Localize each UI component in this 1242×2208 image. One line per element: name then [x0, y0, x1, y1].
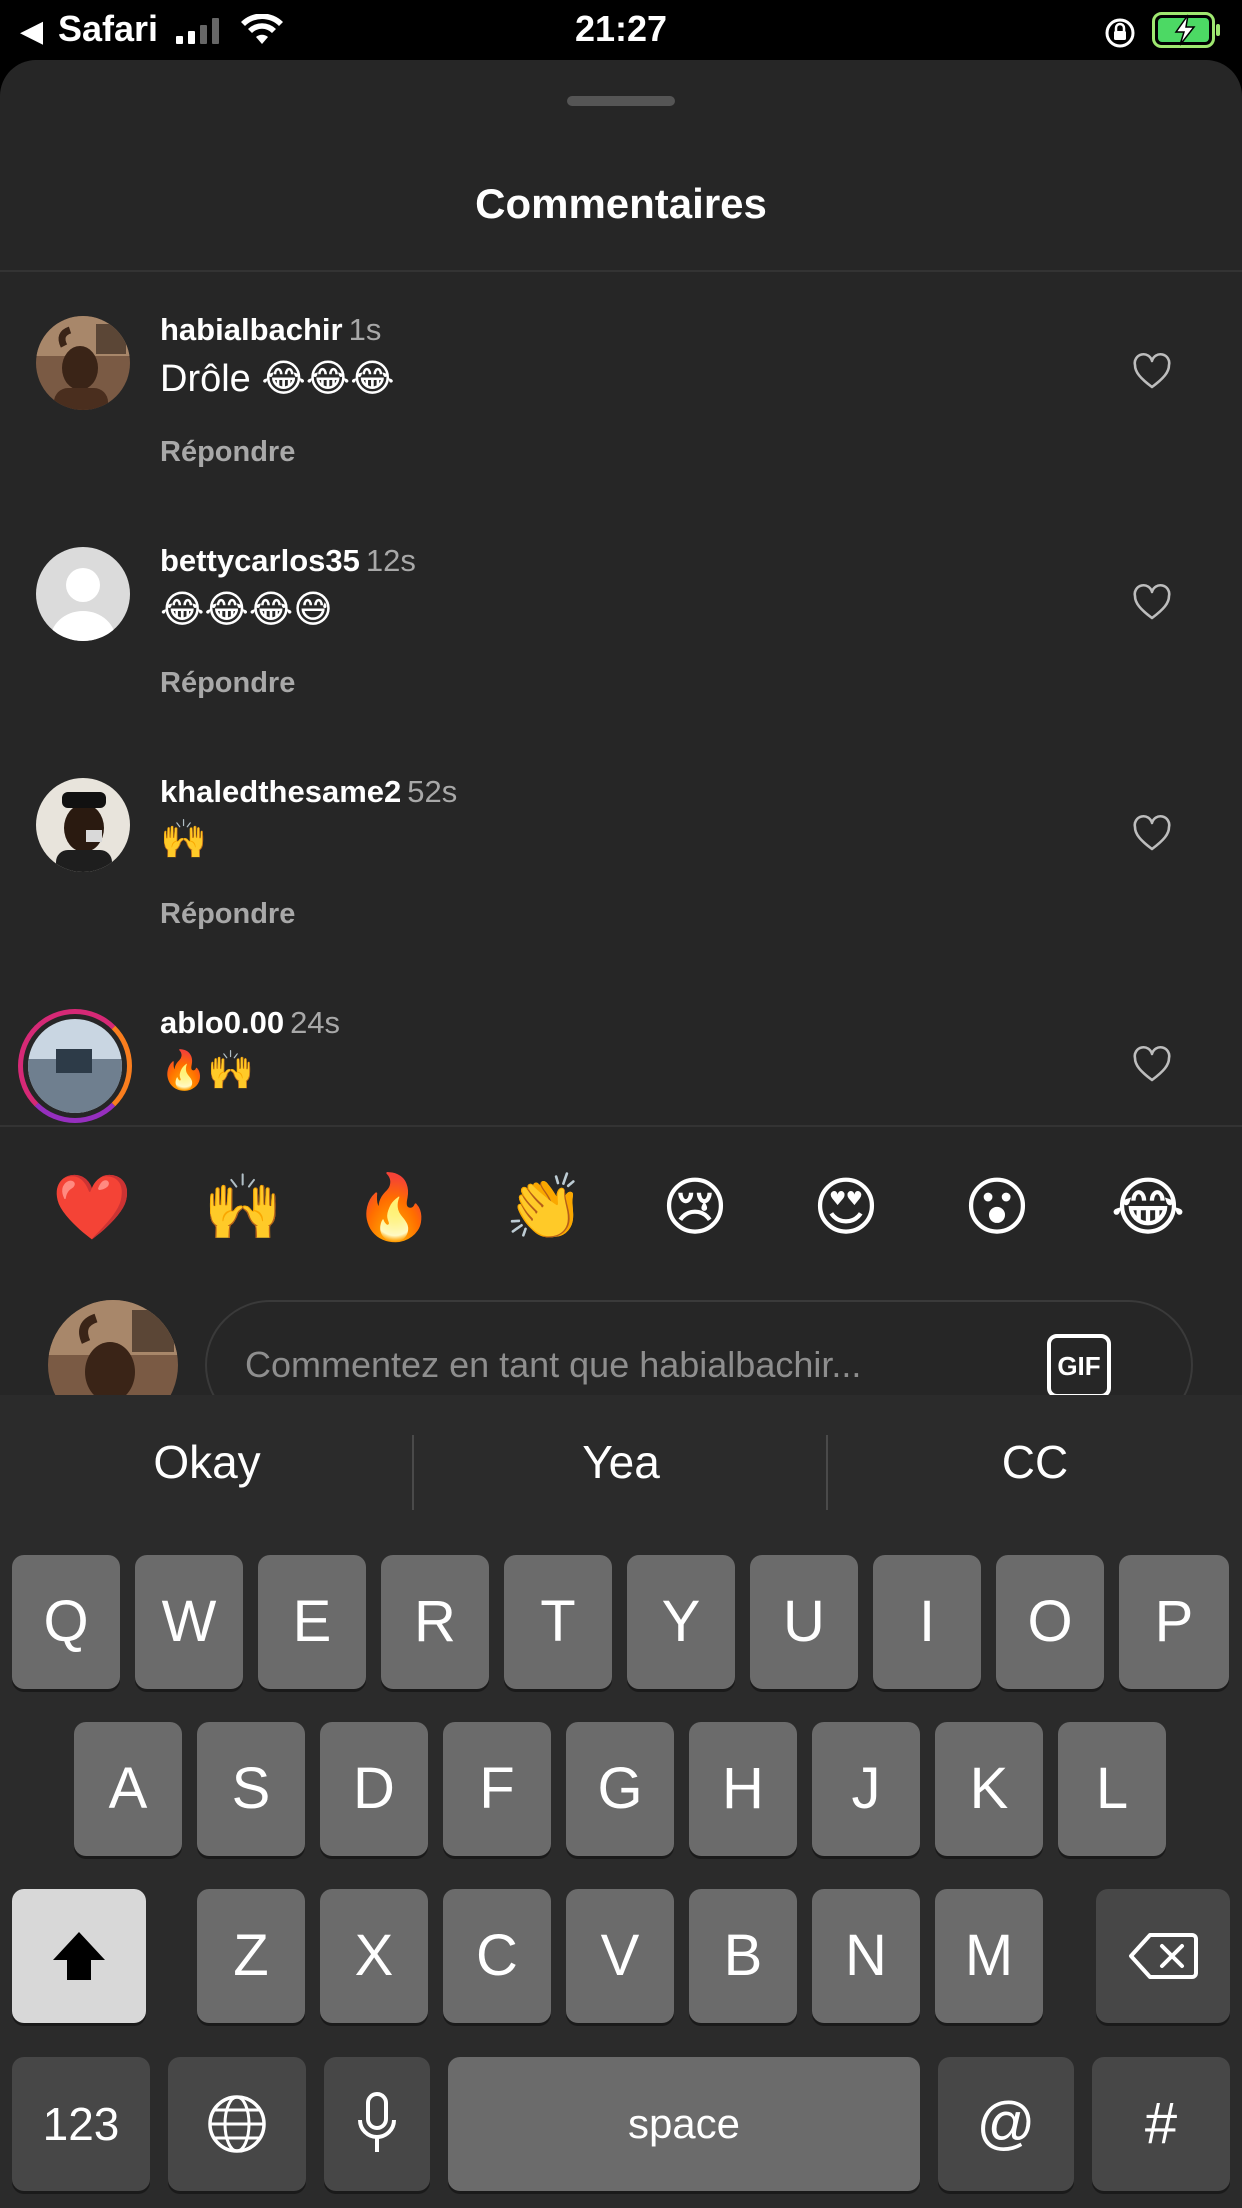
key-w[interactable]: W [135, 1555, 243, 1689]
key-k[interactable]: K [935, 1722, 1043, 1856]
comment-text: 🔥🙌 [160, 1050, 255, 1092]
shift-key[interactable] [12, 1889, 146, 2023]
suggestion-3[interactable]: CC [830, 1435, 1240, 1489]
globe-icon [208, 2095, 266, 2153]
sheet-grabber-handle[interactable] [567, 96, 675, 106]
backspace-key[interactable] [1096, 1889, 1230, 2023]
like-heart-icon[interactable] [1132, 1045, 1172, 1085]
comments-list[interactable]: habialbachir 1s Drôle 😂😂😂 Répondre bettyc… [0, 272, 1242, 1125]
key-s[interactable]: S [197, 1722, 305, 1856]
comment-text: Drôle 😂😂😂 [160, 358, 395, 400]
comment-header: ablo0.00 24s [160, 1005, 340, 1041]
microphone-icon [358, 2092, 396, 2152]
key-r[interactable]: R [381, 1555, 489, 1689]
comment-item: habialbachir 1s Drôle 😂😂😂 Répondre [0, 272, 1242, 503]
comment-time: 12s [365, 543, 416, 578]
key-a[interactable]: A [74, 1722, 182, 1856]
comment-item: khaledthesame2 52s 🙌 Répondre [0, 734, 1242, 965]
key-e[interactable]: E [258, 1555, 366, 1689]
comment-time: 52s [407, 774, 458, 809]
reply-button[interactable]: Répondre [160, 436, 295, 469]
comment-text: 😂😂😂😅 [160, 589, 333, 631]
clock-time: 21:27 [574, 8, 668, 49]
avatar[interactable] [36, 778, 130, 872]
key-u[interactable]: U [750, 1555, 858, 1689]
rotation-lock-icon [1105, 18, 1135, 48]
avatar-placeholder[interactable] [36, 547, 130, 641]
comment-item: bettycarlos35 12s 😂😂😂😅 Répondre [0, 503, 1242, 734]
comment-item: ablo0.00 24s 🔥🙌 [0, 965, 1242, 1125]
comment-username[interactable]: khaledthesame2 [160, 774, 401, 809]
sheet-title: Commentaires [475, 180, 767, 227]
key-l[interactable]: L [1058, 1722, 1166, 1856]
reply-button[interactable]: Répondre [160, 898, 295, 931]
key-f[interactable]: F [443, 1722, 551, 1856]
like-heart-icon[interactable] [1132, 814, 1172, 854]
gif-button[interactable]: GIF [1047, 1334, 1111, 1395]
key-t[interactable]: T [504, 1555, 612, 1689]
status-bar: ◀ Safari 21:27 [0, 0, 1242, 60]
key-g[interactable]: G [566, 1722, 674, 1856]
comment-composer: Commentez en tant que habialbachir... GI… [0, 1235, 1242, 1395]
avatar-with-story-ring[interactable] [18, 1009, 132, 1123]
current-user-avatar [48, 1300, 178, 1395]
comment-username[interactable]: habialbachir [160, 312, 343, 347]
hash-key[interactable]: # [1092, 2057, 1230, 2191]
suggestion-2[interactable]: Yea [416, 1435, 826, 1489]
comment-input-placeholder: Commentez en tant que habialbachir... [245, 1344, 862, 1385]
comment-username[interactable]: ablo0.00 [160, 1005, 284, 1040]
comment-header: habialbachir 1s [160, 312, 381, 348]
reply-button[interactable]: Répondre [160, 667, 295, 700]
backspace-icon [1129, 1933, 1198, 1979]
key-n[interactable]: N [812, 1889, 920, 2023]
key-i[interactable]: I [873, 1555, 981, 1689]
space-key[interactable]: space [448, 2057, 920, 2191]
comment-text: 🙌 [160, 819, 208, 861]
key-b[interactable]: B [689, 1889, 797, 2023]
suggestion-1[interactable]: Okay [2, 1435, 412, 1489]
at-key[interactable]: @ [938, 2057, 1074, 2191]
comment-input[interactable]: Commentez en tant que habialbachir... GI… [205, 1300, 1193, 1395]
key-v[interactable]: V [566, 1889, 674, 2023]
comment-header: khaledthesame2 52s [160, 774, 457, 810]
key-j[interactable]: J [812, 1722, 920, 1856]
avatar[interactable] [36, 316, 130, 410]
dictation-key[interactable] [324, 2057, 430, 2191]
like-heart-icon[interactable] [1132, 583, 1172, 623]
keyboard: Okay Yea CC Q W E R T Y U I O P A S D F … [0, 1395, 1242, 2208]
comment-time: 24s [290, 1005, 341, 1040]
key-h[interactable]: H [689, 1722, 797, 1856]
key-x[interactable]: X [320, 1889, 428, 2023]
comment-header: bettycarlos35 12s [160, 543, 416, 579]
comment-username[interactable]: bettycarlos35 [160, 543, 360, 578]
key-o[interactable]: O [996, 1555, 1104, 1689]
battery-charging-icon [1152, 12, 1220, 48]
comments-sheet: Commentaires habialbachir 1s Drôle 😂😂😂 Ré… [0, 60, 1242, 1395]
numbers-key[interactable]: 123 [12, 2057, 150, 2191]
key-q[interactable]: Q [12, 1555, 120, 1689]
key-d[interactable]: D [320, 1722, 428, 1856]
key-c[interactable]: C [443, 1889, 551, 2023]
key-m[interactable]: M [935, 1889, 1043, 2023]
key-y[interactable]: Y [627, 1555, 735, 1689]
like-heart-icon[interactable] [1132, 352, 1172, 392]
key-p[interactable]: P [1119, 1555, 1229, 1689]
suggestion-divider [826, 1435, 828, 1510]
key-z[interactable]: Z [197, 1889, 305, 2023]
globe-key[interactable] [168, 2057, 306, 2191]
suggestion-divider [412, 1435, 414, 1510]
comment-time: 1s [348, 312, 382, 347]
shift-arrow-icon [53, 1932, 105, 1980]
